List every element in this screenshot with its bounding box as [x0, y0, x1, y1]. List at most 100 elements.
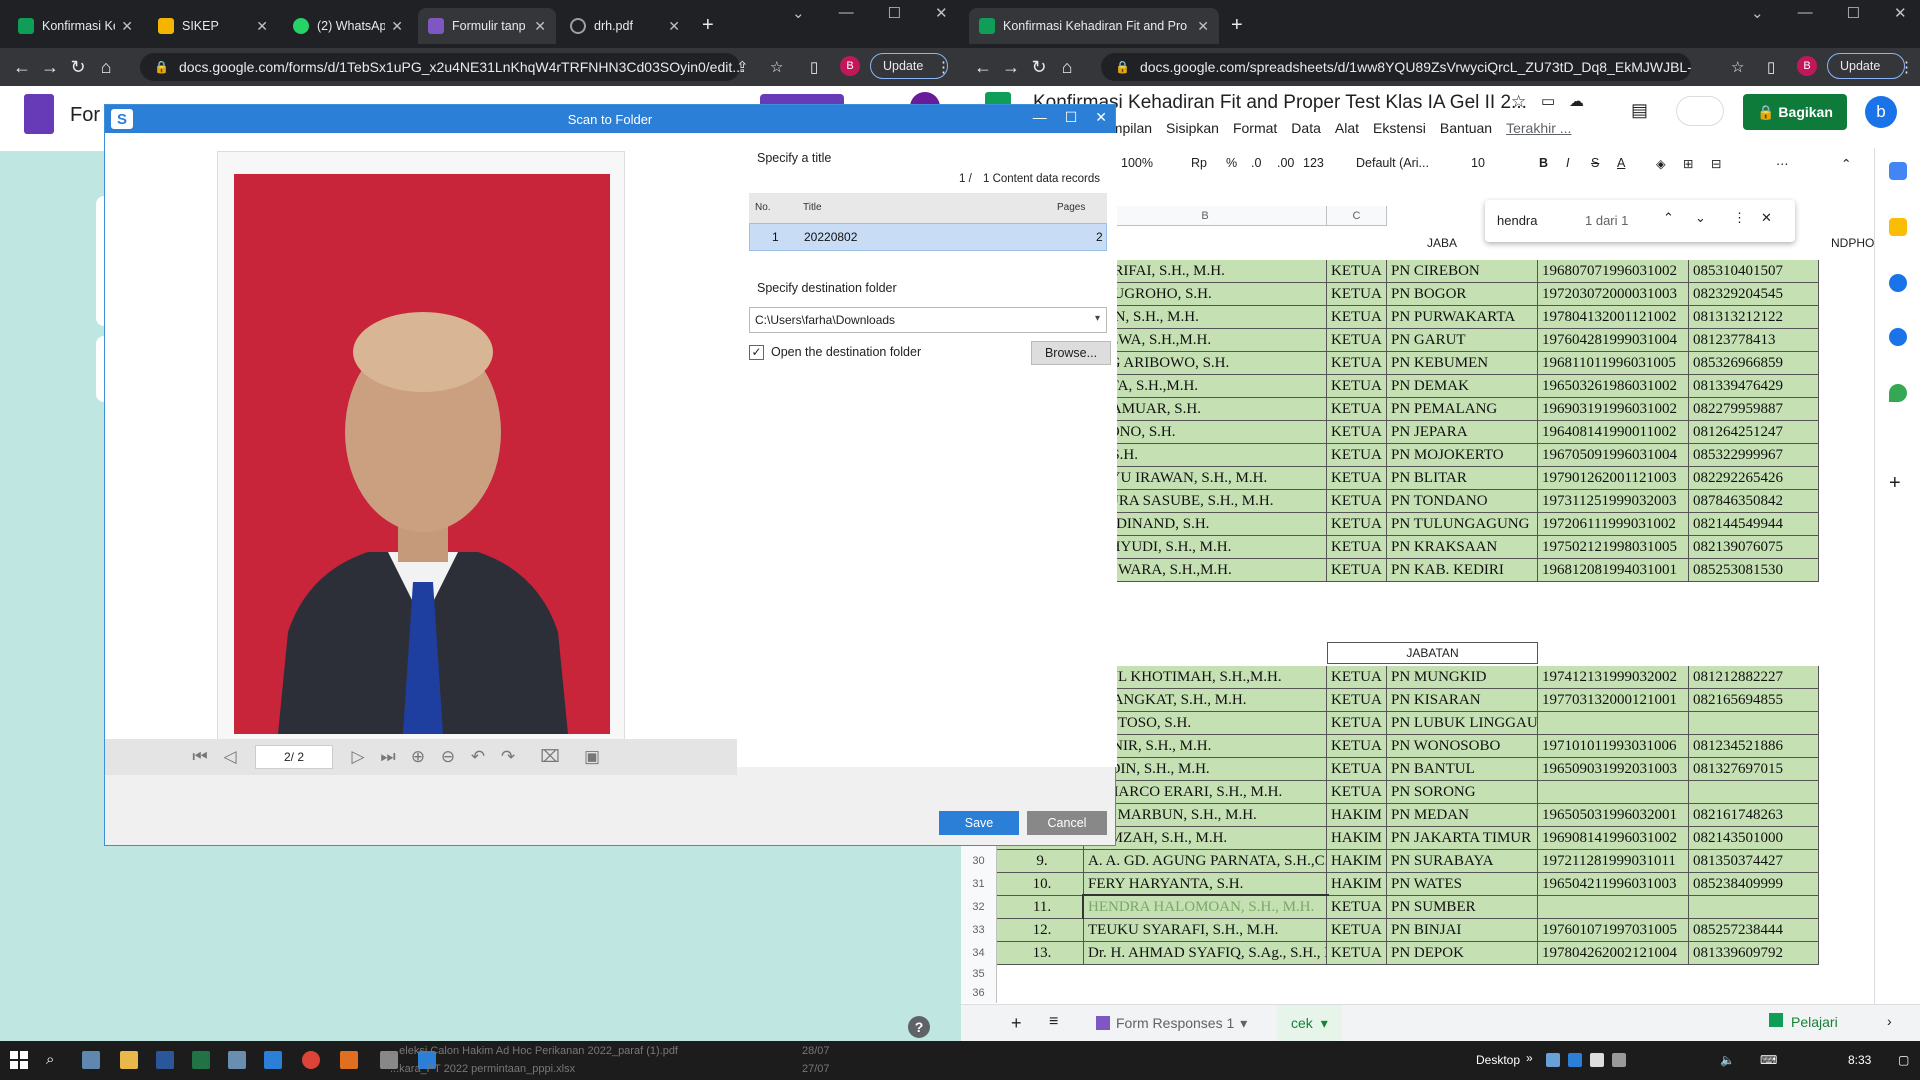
- row-number[interactable]: 35: [961, 965, 997, 984]
- cell-jab[interactable]: KETUA: [1327, 735, 1387, 758]
- calendar-icon[interactable]: [1889, 162, 1907, 180]
- cell-nip[interactable]: 197101011993031006: [1538, 735, 1689, 758]
- last-page-icon[interactable]: ⏭: [373, 747, 403, 767]
- cell-hp[interactable]: 082329204545: [1689, 283, 1819, 306]
- cell-nip[interactable]: 197703132000121001: [1538, 689, 1689, 712]
- cell-hp[interactable]: 081339476429: [1689, 375, 1819, 398]
- cell-jab[interactable]: KETUA: [1327, 306, 1387, 329]
- cell-nip[interactable]: [1538, 712, 1689, 735]
- chevron-down-icon[interactable]: ⌄: [792, 4, 805, 22]
- tray-icon[interactable]: [1568, 1053, 1582, 1067]
- close-tab-icon[interactable]: ✕: [1197, 18, 1209, 35]
- cell-jab[interactable]: KETUA: [1327, 919, 1387, 942]
- sheet-tab-form-responses[interactable]: Form Responses 1 ▾: [1086, 1009, 1257, 1037]
- cell-pn[interactable]: PN BANTUL: [1387, 758, 1538, 781]
- cell-pn[interactable]: PN BINJAI: [1387, 919, 1538, 942]
- cell-hp[interactable]: 087846350842: [1689, 490, 1819, 513]
- percent-button[interactable]: %: [1226, 156, 1237, 170]
- find-options-icon[interactable]: ⋮: [1733, 210, 1746, 226]
- rotate-left-icon[interactable]: ↶: [463, 747, 493, 767]
- cell-jab[interactable]: KETUA: [1327, 536, 1387, 559]
- find-close-icon[interactable]: ✕: [1761, 210, 1772, 226]
- kebab-menu-icon[interactable]: ⋮: [936, 58, 951, 76]
- row-number[interactable]: 33: [961, 919, 997, 942]
- number-format-button[interactable]: 123: [1303, 156, 1324, 170]
- chevron-right-icon[interactable]: ›: [1887, 1013, 1892, 1029]
- cell-nip[interactable]: 196505031996032001: [1538, 804, 1689, 827]
- cell-name[interactable]: S TEWA, S.H.,M.H.: [1084, 329, 1327, 352]
- cell-name[interactable]: AKHYUDI, S.H., M.H.: [1084, 536, 1327, 559]
- cell-name[interactable]: M MARCO ERARI, S.H., M.H.: [1084, 781, 1327, 804]
- row-number[interactable]: 34: [961, 942, 997, 965]
- currency-button[interactable]: Rp: [1191, 156, 1207, 170]
- cell-hp[interactable]: 082279959887: [1689, 398, 1819, 421]
- collapse-toolbar-icon[interactable]: ⌃: [1841, 156, 1851, 171]
- notepad-icon[interactable]: [228, 1051, 246, 1069]
- cell-name[interactable]: D SAMUAR, S.H.: [1084, 398, 1327, 421]
- cell-nip[interactable]: 197311251999032003: [1538, 490, 1689, 513]
- records-table-row[interactable]: 1 20220802 2: [749, 223, 1107, 251]
- cell-nip[interactable]: 197901262001121003: [1538, 467, 1689, 490]
- fill-color-icon[interactable]: ◈: [1656, 156, 1666, 171]
- home-icon[interactable]: ⌂: [92, 57, 120, 78]
- search-icon[interactable]: ⌕: [46, 1051, 54, 1068]
- table-row[interactable]: 3413.Dr. H. AHMAD SYAFIQ, S.Ag., S.H., M…: [961, 942, 1874, 965]
- cell-nip[interactable]: 197203072000031003: [1538, 283, 1689, 306]
- update-button[interactable]: Update: [1827, 53, 1906, 79]
- zoom-in-icon[interactable]: ⊕: [403, 747, 433, 767]
- new-tab-icon[interactable]: +: [1231, 14, 1243, 37]
- reload-icon[interactable]: ↻: [64, 57, 92, 78]
- cell-pn[interactable]: PN GARUT: [1387, 329, 1538, 352]
- all-sheets-icon[interactable]: ≡: [1049, 1013, 1058, 1031]
- cell-hp[interactable]: 08123778413: [1689, 329, 1819, 352]
- cell-pn[interactable]: PN WONOSOBO: [1387, 735, 1538, 758]
- cell-nip[interactable]: 196509031992031003: [1538, 758, 1689, 781]
- cell-name[interactable]: LOURA SASUBE, S.H., M.H.: [1084, 490, 1327, 513]
- cell-hp[interactable]: [1689, 712, 1819, 735]
- cell-pn[interactable]: PN SUMBER: [1387, 896, 1538, 919]
- new-tab-icon[interactable]: +: [702, 14, 714, 37]
- cell-name[interactable]: DI, S.H.: [1084, 444, 1327, 467]
- toolbar-chevron[interactable]: »: [1526, 1051, 1533, 1065]
- tab-whatsapp[interactable]: (2) WhatsApp✕: [283, 8, 413, 44]
- find-next-icon[interactable]: ⌄: [1695, 210, 1706, 226]
- volume-icon[interactable]: 🔈: [1720, 1053, 1735, 1067]
- menu-format[interactable]: Format: [1233, 120, 1277, 136]
- cell-no[interactable]: 10.: [997, 873, 1084, 896]
- cell-name[interactable]: ON ANGKAT, S.H., M.H.: [1084, 689, 1327, 712]
- cell-name[interactable]: AD RIFAI, S.H., M.H.: [1084, 260, 1327, 283]
- close-tab-icon[interactable]: ✕: [256, 18, 268, 35]
- side-panel-icon[interactable]: ▯: [1767, 58, 1775, 76]
- cell-jab[interactable]: KETUA: [1327, 758, 1387, 781]
- help-icon[interactable]: ?: [908, 1016, 930, 1038]
- forward-icon[interactable]: →: [36, 57, 64, 78]
- cell-name[interactable]: AHYU IRAWAN, S.H., M.H.: [1084, 467, 1327, 490]
- forward-icon[interactable]: →: [997, 57, 1025, 78]
- cell-jab[interactable]: KETUA: [1327, 513, 1387, 536]
- cell-name[interactable]: ANTA, S.H.,M.H.: [1084, 375, 1327, 398]
- bookmark-star-icon[interactable]: ☆: [770, 58, 783, 76]
- tab-drh-pdf[interactable]: drh.pdf ✕: [560, 8, 690, 44]
- menu-sisipkan[interactable]: Sisipkan: [1166, 120, 1219, 136]
- open-folder-checkbox[interactable]: ✓: [749, 345, 764, 360]
- cell-nip[interactable]: [1538, 896, 1689, 919]
- dest-folder-select[interactable]: C:\Users\farha\Downloads ▾: [749, 307, 1107, 333]
- menu-ekstensi[interactable]: Ekstensi: [1373, 120, 1426, 136]
- cell-jab[interactable]: KETUA: [1327, 352, 1387, 375]
- side-panel-icon[interactable]: ▯: [810, 58, 818, 76]
- browse-button[interactable]: Browse...: [1031, 341, 1111, 365]
- cell-hp[interactable]: 085322999967: [1689, 444, 1819, 467]
- cell-hp[interactable]: [1689, 896, 1819, 919]
- strikethrough-button[interactable]: S: [1591, 156, 1599, 170]
- cell-pn[interactable]: PN KEBUMEN: [1387, 352, 1538, 375]
- font-size-select[interactable]: 10: [1471, 156, 1485, 170]
- tray-icon[interactable]: [1590, 1053, 1604, 1067]
- cell-jab[interactable]: KETUA: [1327, 283, 1387, 306]
- cell-pn[interactable]: PN JEPARA: [1387, 421, 1538, 444]
- excel-icon[interactable]: [192, 1051, 210, 1069]
- first-page-icon[interactable]: ⏮: [185, 747, 215, 767]
- cell-jab[interactable]: KETUA: [1327, 444, 1387, 467]
- close-icon[interactable]: ✕: [1095, 109, 1107, 126]
- close-tab-icon[interactable]: ✕: [534, 18, 546, 35]
- cell-name[interactable]: RDONO, S.H.: [1084, 421, 1327, 444]
